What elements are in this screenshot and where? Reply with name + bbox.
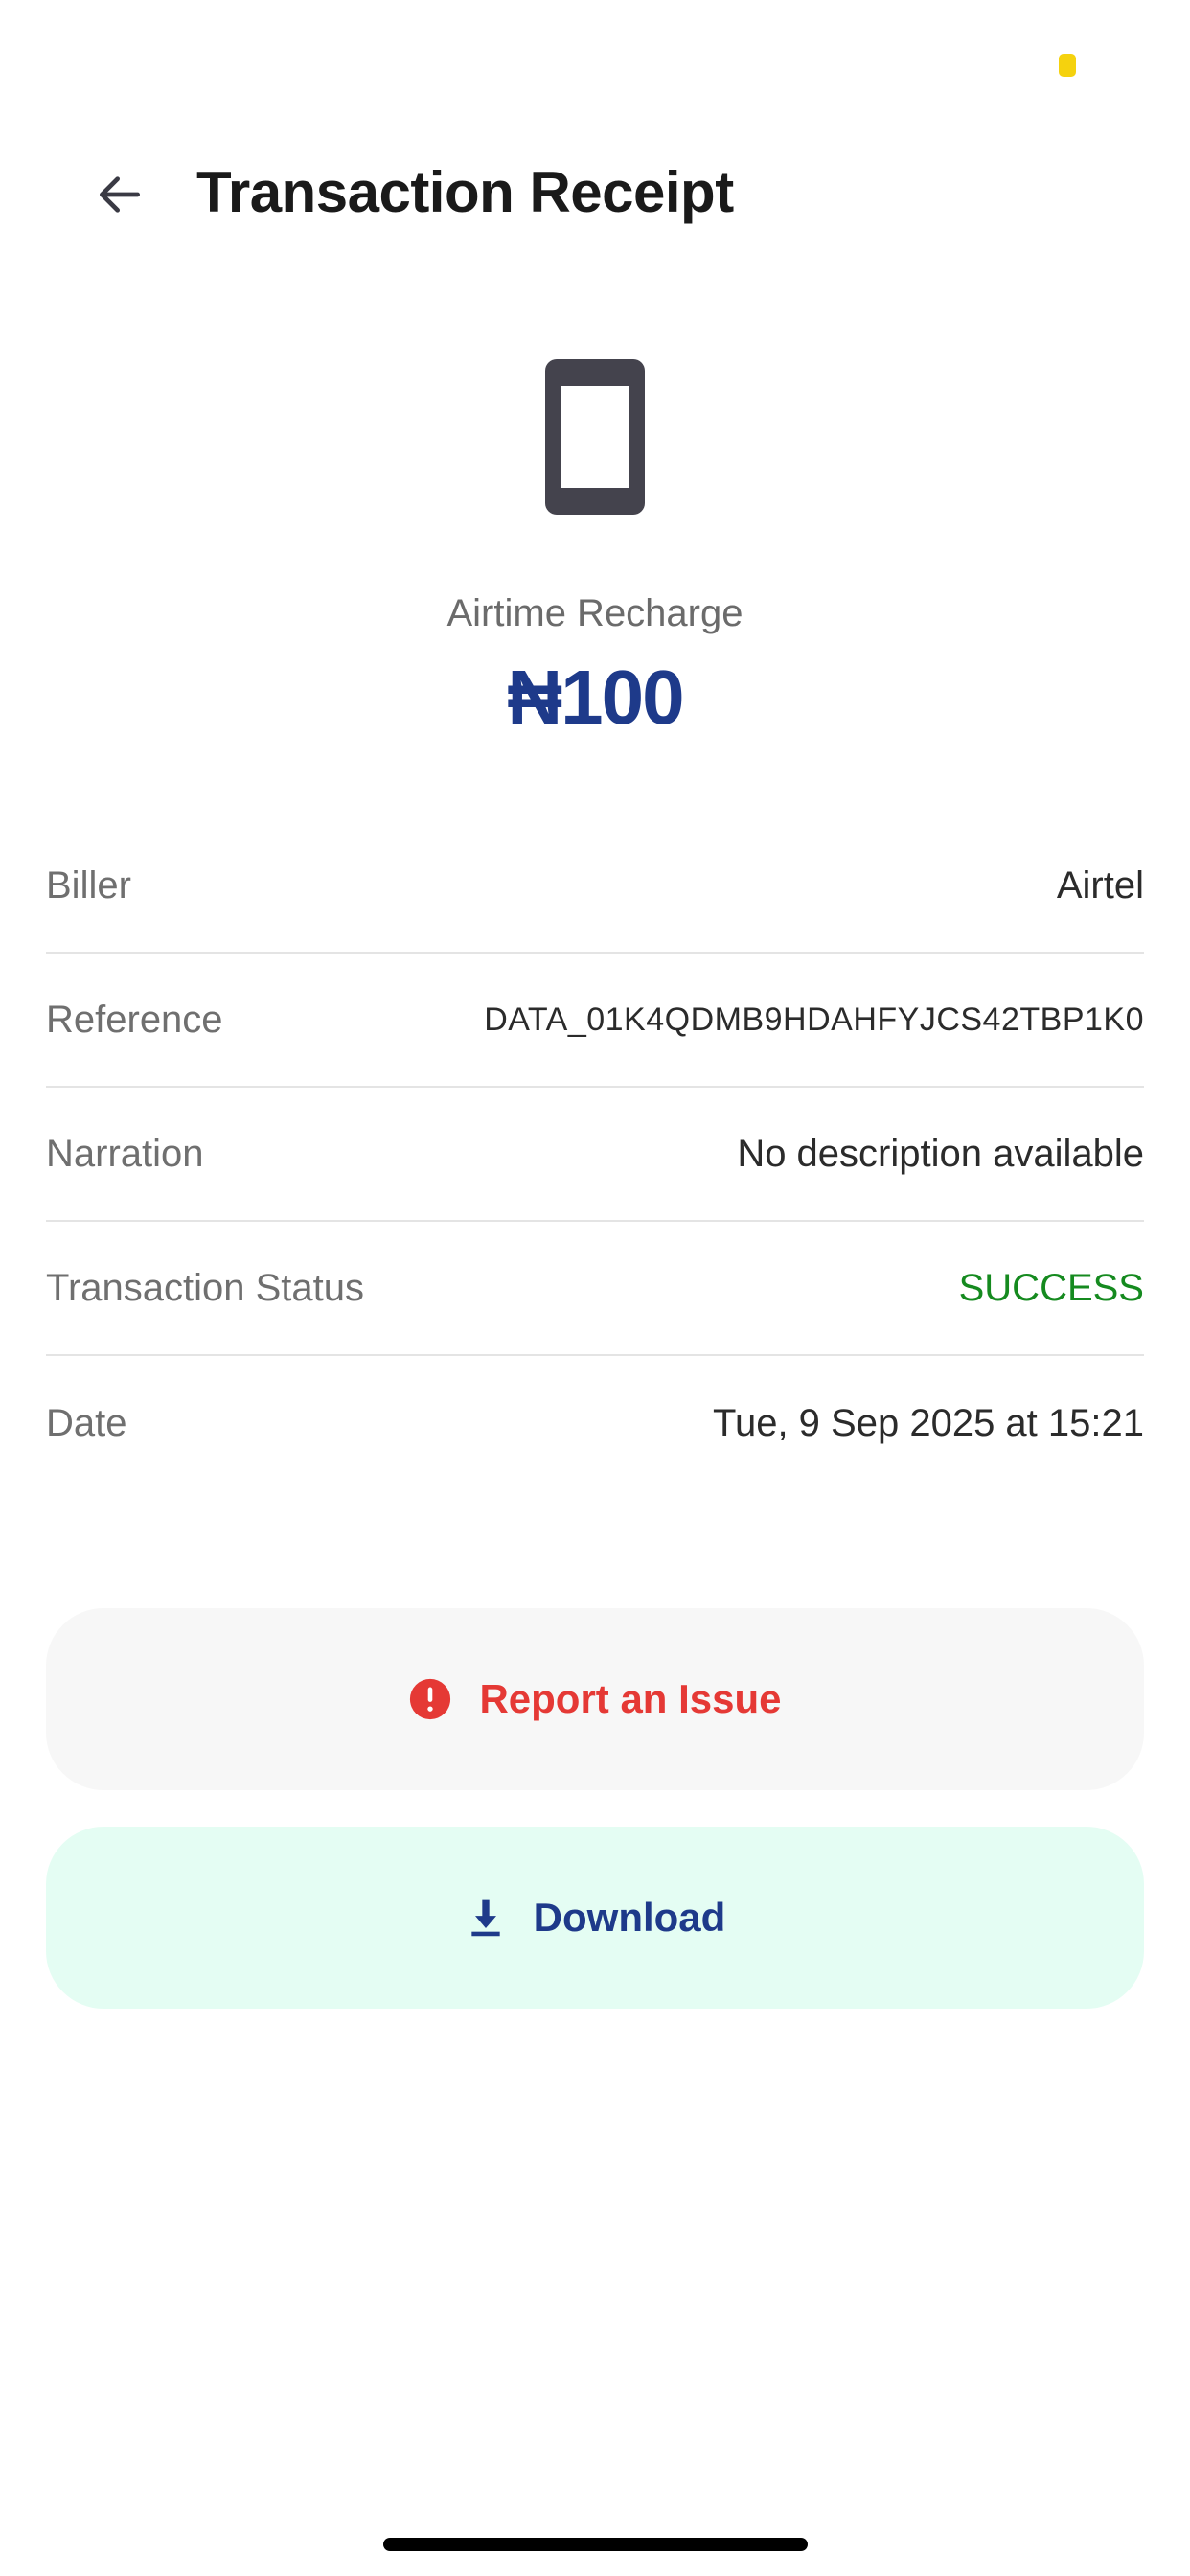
back-button[interactable] (86, 161, 153, 228)
smartphone-icon (545, 359, 645, 515)
download-icon (465, 1897, 507, 1939)
detail-label: Biller (46, 863, 131, 907)
detail-label: Narration (46, 1132, 204, 1175)
detail-row-status: Transaction Status SUCCESS (46, 1222, 1144, 1356)
transaction-amount: ₦100 (507, 655, 684, 740)
detail-row-narration: Narration No description available (46, 1088, 1144, 1222)
detail-row-biller: Biller Airtel (46, 819, 1144, 954)
page-title: Transaction Receipt (196, 160, 734, 224)
arrow-left-icon (100, 176, 141, 213)
download-label: Download (533, 1895, 726, 1940)
download-button[interactable]: Download (46, 1827, 1144, 2009)
status-indicator-dot (1059, 54, 1076, 77)
detail-value-narration: No description available (737, 1132, 1144, 1175)
home-indicator[interactable] (383, 2538, 808, 2551)
header: Transaction Receipt (0, 153, 1190, 230)
report-issue-label: Report an Issue (479, 1676, 782, 1721)
transaction-category: Airtime Recharge (446, 592, 744, 634)
status-badge: SUCCESS (958, 1266, 1144, 1309)
report-issue-button[interactable]: Report an Issue (46, 1608, 1144, 1790)
detail-row-date: Date Tue, 9 Sep 2025 at 15:21 (46, 1356, 1144, 1490)
detail-value-reference[interactable]: DATA_01K4QDMB9HDAHFYJCS42TBP1K0 (484, 1001, 1144, 1039)
detail-value-date: Tue, 9 Sep 2025 at 15:21 (713, 1401, 1144, 1444)
details-list: Biller Airtel Reference DATA_01K4QDMB9HD… (46, 819, 1144, 1490)
alert-circle-icon (408, 1677, 452, 1721)
detail-label: Reference (46, 998, 223, 1041)
detail-value-biller: Airtel (1056, 863, 1144, 907)
detail-label: Date (46, 1401, 127, 1444)
detail-label: Transaction Status (46, 1266, 365, 1309)
detail-row-reference: Reference DATA_01K4QDMB9HDAHFYJCS42TBP1K… (46, 954, 1144, 1088)
